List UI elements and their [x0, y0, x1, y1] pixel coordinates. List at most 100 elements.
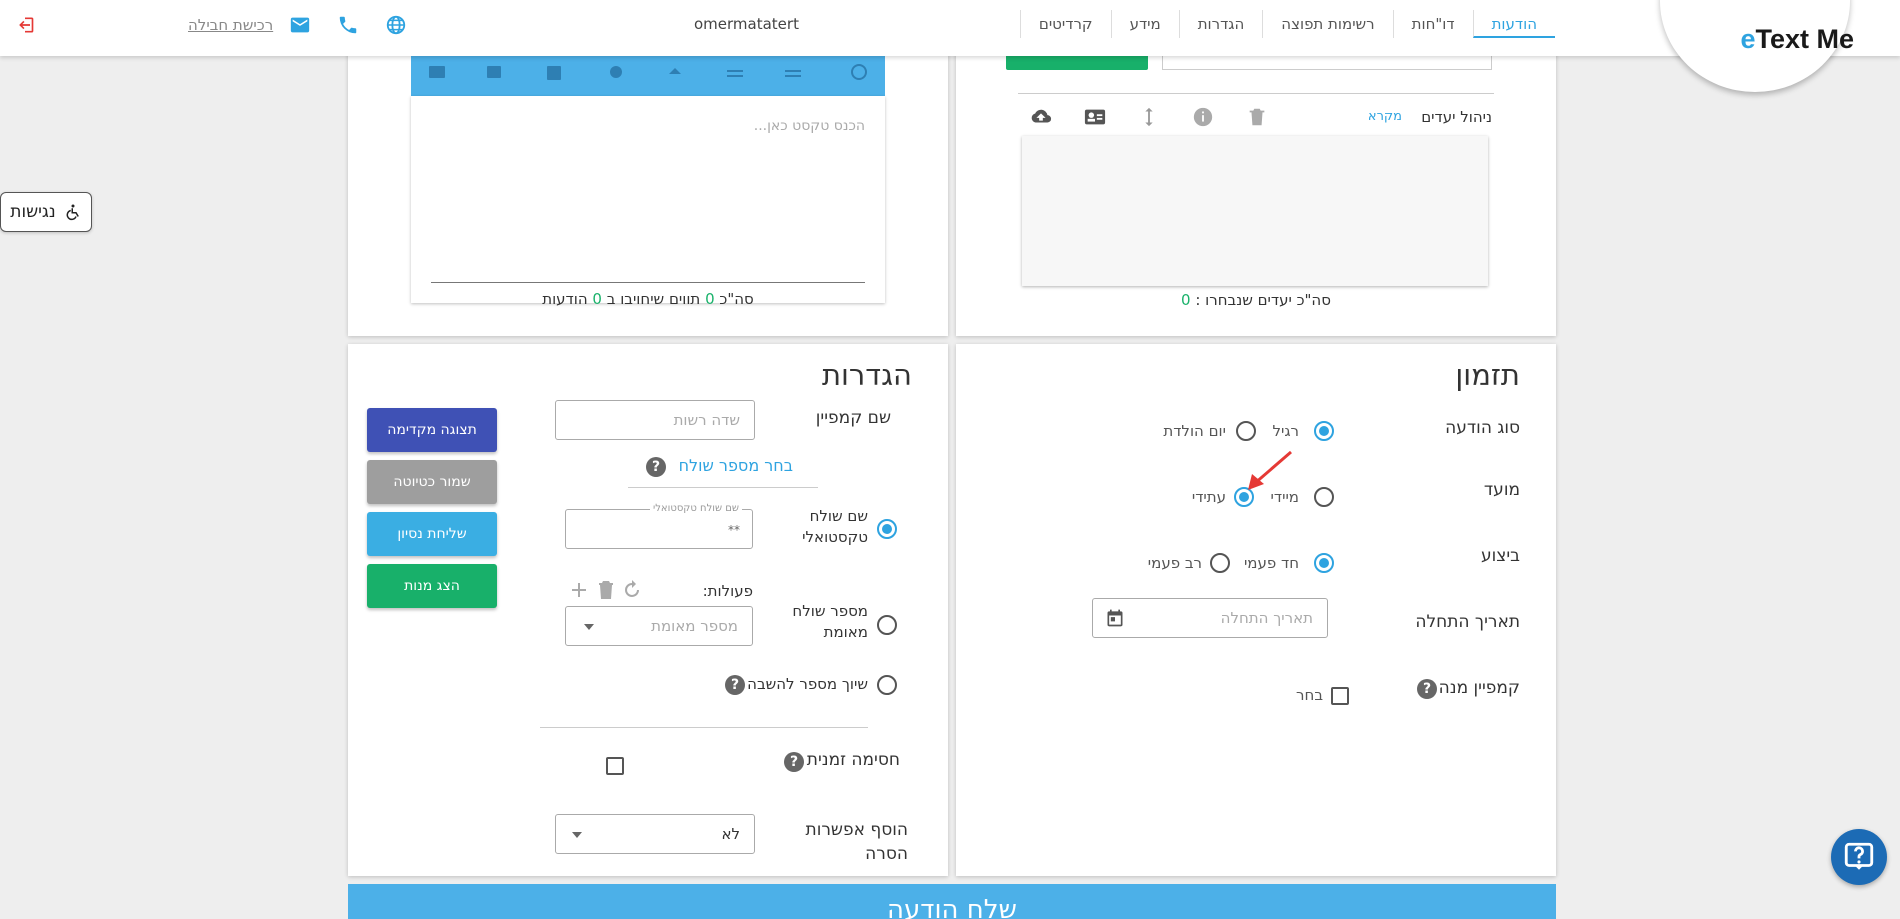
settings-heading: הגדרות	[821, 358, 912, 392]
targets-toolbar	[1028, 106, 1270, 128]
message-type-regular-radio[interactable]	[1314, 421, 1334, 441]
sort-vertical-icon[interactable]	[1136, 106, 1162, 128]
plus-icon[interactable]	[572, 583, 586, 597]
message-type-label: סוג הודעה	[1445, 418, 1520, 438]
message-text-editor[interactable]: הכנס טקסט כאן...	[411, 96, 885, 303]
add-remove-value: לא	[721, 825, 740, 843]
text-sender-input[interactable]: שם שולח טקסטואלי **	[565, 503, 753, 549]
reply-number-help-icon[interactable]: ?	[725, 675, 745, 695]
text-sender-float-label: שם שולח טקסטואלי	[650, 503, 742, 514]
subscription-checkbox[interactable]	[1331, 687, 1349, 705]
count-suffix: הודעות	[542, 290, 588, 308]
calendar-icon	[1107, 609, 1123, 627]
start-date-placeholder: תאריך התחלה	[1220, 609, 1313, 627]
temp-block-label: חסימה זמנית	[806, 750, 900, 770]
nav-credits[interactable]: קרדיטים	[1019, 10, 1111, 38]
targets-card: ניהול יעדים מקרא סה"כ יעדים שנבחרו : 0	[956, 20, 1556, 336]
save-draft-button[interactable]: שמור כטיוטה	[367, 460, 497, 504]
nav-distribution-lists[interactable]: רשימות תפוצה	[1262, 10, 1392, 38]
targets-divider	[1018, 93, 1494, 94]
text-sender-radio[interactable]	[877, 519, 897, 539]
legend-link[interactable]: מקרא	[1368, 109, 1402, 124]
verified-sender-select[interactable]: מספר מאומת	[565, 606, 753, 646]
trash-icon[interactable]	[1244, 106, 1270, 128]
nav-info[interactable]: מידע	[1110, 10, 1179, 38]
campaign-name-input[interactable]: שדה רשות	[555, 400, 755, 440]
chevron-down-icon	[572, 832, 582, 838]
show-subscriptions-button[interactable]: הצג מנות	[367, 564, 497, 608]
contact-card-icon[interactable]	[1082, 106, 1108, 128]
preview-button[interactable]: תצוגה מקדימה	[367, 408, 497, 452]
verified-sender-radio[interactable]	[877, 615, 897, 635]
count-prefix: סה"כ	[719, 290, 754, 308]
message-type-regular-label: רגיל	[1272, 422, 1299, 440]
main-nav: הודעות דו"חות רשימות תפוצה הגדרות מידע ק…	[1019, 10, 1555, 38]
logo-prefix: e	[1740, 24, 1756, 54]
messages-count: 0	[592, 290, 602, 308]
message-editor-card: הכנס טקסט כאן... סה"כ 0 תווים שיחויבו ב …	[348, 20, 948, 336]
editor-underline	[431, 282, 865, 283]
subscription-choose-label: בחר	[1296, 686, 1323, 704]
globe-icon[interactable]	[383, 12, 409, 38]
execution-recurring-label: רב פעמי	[1147, 554, 1202, 572]
reply-number-radio[interactable]	[877, 675, 897, 695]
actions-label: פעולות:	[702, 582, 753, 600]
help-chat-icon	[1844, 842, 1874, 870]
sender-actions	[572, 580, 639, 599]
choose-sender-link[interactable]: בחר מספר שולח	[679, 456, 793, 475]
chevron-down-icon	[584, 624, 594, 630]
message-type-birthday-label: יום הולדת	[1163, 422, 1226, 440]
nav-messages[interactable]: הודעות	[1472, 10, 1555, 38]
subscription-campaign-label: קמפיין מנה	[1438, 678, 1520, 698]
nav-settings[interactable]: הגדרות	[1178, 10, 1263, 38]
wheelchair-icon	[66, 204, 79, 221]
add-remove-label: הוסף אפשרות הסרה	[805, 820, 908, 864]
campaign-name-placeholder: שדה רשות	[673, 411, 740, 429]
editor-placeholder: הכנס טקסט כאן...	[753, 118, 865, 134]
info-icon[interactable]	[1190, 106, 1216, 128]
logo[interactable]: eText Me	[1740, 24, 1854, 55]
settings-card: הגדרות שם קמפיין שדה רשות בחר מספר שולח …	[348, 344, 948, 876]
count-middle: תווים שיחויבו ב	[606, 290, 701, 308]
send-message-button[interactable]: שלח הודעה	[348, 884, 1556, 919]
temp-block-checkbox[interactable]	[606, 757, 624, 775]
buy-package-link[interactable]: רכישת חבילה	[188, 16, 273, 34]
refresh-icon[interactable]	[625, 580, 639, 597]
sender-divider	[628, 487, 818, 488]
targets-list[interactable]	[1022, 136, 1488, 286]
subscription-help-icon[interactable]: ?	[1417, 679, 1437, 699]
start-date-label: תאריך התחלה	[1415, 612, 1520, 632]
character-count: סה"כ 0 תווים שיחויבו ב 0 הודעות	[348, 290, 948, 308]
execution-recurring-radio[interactable]	[1210, 553, 1230, 573]
trash-icon[interactable]	[599, 581, 613, 599]
nav-reports[interactable]: דו"חות	[1392, 10, 1473, 38]
settings-divider	[540, 727, 868, 728]
reply-number-label: שיוך מספר להשבה	[747, 675, 868, 693]
start-date-field[interactable]: תאריך התחלה	[1092, 598, 1328, 638]
timing-immediate-radio[interactable]	[1314, 487, 1334, 507]
chars-count: 0	[705, 290, 715, 308]
test-send-button[interactable]: שליחת נסיון	[367, 512, 497, 556]
help-chat-button[interactable]	[1831, 829, 1887, 885]
add-remove-select[interactable]: לא	[555, 814, 755, 854]
temp-block-help-icon[interactable]: ?	[784, 752, 804, 772]
phone-icon[interactable]	[335, 12, 361, 38]
verified-sender-placeholder: מספר מאומת	[651, 617, 738, 635]
header-icons: רכישת חבילה	[12, 12, 409, 38]
logout-icon[interactable]	[12, 12, 38, 38]
selected-number: 0	[1181, 291, 1191, 309]
selected-prefix: סה"כ יעדים שנבחרו :	[1195, 291, 1331, 309]
timing-label: מועד	[1483, 480, 1520, 500]
accessibility-button[interactable]: נגישות	[0, 192, 92, 232]
text-sender-value: **	[728, 523, 740, 537]
cloud-upload-icon[interactable]	[1028, 106, 1054, 128]
selected-targets-count: סה"כ יעדים שנבחרו : 0	[956, 291, 1556, 309]
top-bar: רכישת חבילה omermatatert הודעות דו"חות ר…	[0, 0, 1900, 56]
mail-icon[interactable]	[287, 12, 313, 38]
message-type-birthday-radio[interactable]	[1236, 421, 1256, 441]
verified-sender-label: מספר שולח מאומת	[792, 602, 868, 641]
execution-once-radio[interactable]	[1314, 553, 1334, 573]
pointer-arrow-icon	[1248, 450, 1292, 490]
logo-main: Text Me	[1755, 24, 1854, 54]
choose-sender-help-icon[interactable]: ?	[646, 457, 666, 477]
